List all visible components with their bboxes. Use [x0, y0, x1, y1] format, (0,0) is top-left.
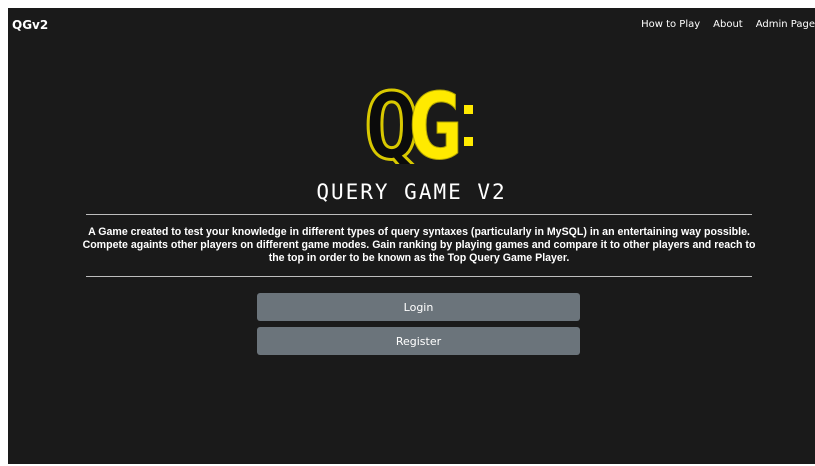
- qg-logo: Q G: [364, 82, 473, 164]
- nav-link-how-to-play[interactable]: How to Play: [641, 19, 700, 30]
- nav-link-admin-page[interactable]: Admin Page: [756, 19, 815, 30]
- nav-links: How to Play About Admin Page: [628, 19, 815, 30]
- game-description: A Game created to test your knowledge in…: [82, 226, 756, 264]
- logo-colon-top: [464, 105, 473, 114]
- logo-colon-bottom: [464, 137, 473, 146]
- navbar-brand[interactable]: QGv2: [12, 18, 48, 32]
- divider-bottom: [86, 276, 752, 277]
- register-button[interactable]: Register: [257, 327, 580, 355]
- logo-letter-g: G: [407, 82, 462, 164]
- divider-top: [86, 214, 752, 215]
- nav-link-about[interactable]: About: [713, 19, 743, 30]
- game-title: QUERY GAME V2: [316, 180, 507, 204]
- navbar: QGv2 How to Play About Admin Page: [8, 8, 815, 44]
- login-button[interactable]: Login: [257, 293, 580, 321]
- app-frame: QGv2 How to Play About Admin Page Q G QU…: [8, 8, 815, 464]
